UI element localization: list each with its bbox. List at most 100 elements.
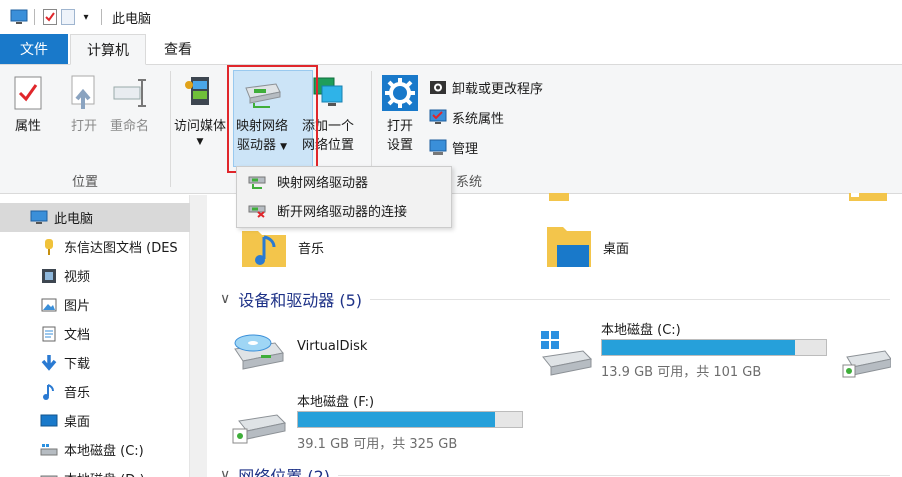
nav-item-drive-c[interactable]: 本地磁盘 (C:) <box>0 435 190 464</box>
nav-item-pictures[interactable]: 图片 <box>0 290 190 319</box>
nav-item-label: 图片 <box>64 299 91 314</box>
open-settings-button[interactable]: 打开 设置 <box>382 73 418 155</box>
gear-icon <box>382 73 418 113</box>
tab-file[interactable]: 文件 <box>0 34 68 64</box>
open-icon <box>66 73 102 113</box>
navigation-pane: 此电脑 东信达图文档 (DES 视频 图片 文档 下载 音乐 桌面 本地磁盘 (… <box>0 195 190 477</box>
menu-item-disconnect-drive[interactable]: 断开网络驱动器的连接 <box>237 196 451 225</box>
devices-section-header[interactable]: ∨ 设备和驱动器 (5) <box>220 287 890 311</box>
group-location: 属性 打开 重命名 位置 <box>0 65 170 194</box>
uninstall-programs-button[interactable]: 卸载或更改程序 <box>428 76 543 98</box>
nav-item-des-docs[interactable]: 东信达图文档 (DES <box>0 232 190 261</box>
content-pane: 音乐 桌面 ∨ 设备和驱动器 (5) VirtualDisk 本地磁盘 (C:)… <box>207 193 902 477</box>
drive-virtualdisk[interactable]: VirtualDisk <box>231 325 401 375</box>
nav-item-drive-d[interactable]: 本地磁盘 (D:) <box>0 464 190 477</box>
nav-item-desktop[interactable]: 桌面 <box>0 406 190 435</box>
folder-desktop[interactable]: 桌面 <box>545 223 629 271</box>
windows-drive-icon <box>40 441 58 459</box>
nav-item-label: 桌面 <box>64 415 91 430</box>
separator <box>101 9 102 25</box>
folder-icon <box>849 193 887 201</box>
drive-icon <box>40 470 58 477</box>
title-bar: ▾ 此电脑 <box>0 0 902 34</box>
system-properties-button[interactable]: 系统属性 <box>428 106 504 128</box>
divider <box>338 474 890 476</box>
desktop-icon <box>40 412 58 430</box>
document-icon <box>40 325 58 343</box>
manage-label: 管理 <box>452 141 479 157</box>
disconnect-drive-icon <box>247 203 267 219</box>
rename-icon <box>112 73 148 113</box>
chevron-down-icon: ∨ <box>220 291 231 307</box>
map-drive-dropdown: 映射网络驱动器 断开网络驱动器的连接 <box>236 166 452 228</box>
properties-check-icon[interactable] <box>41 8 59 26</box>
drive-info: 13.9 GB 可用，共 101 GB <box>601 365 762 380</box>
network-section-header[interactable]: ∨ 网络位置 (2) <box>220 463 890 477</box>
disc-drive-icon <box>234 334 284 370</box>
system-properties-label: 系统属性 <box>452 111 505 127</box>
system-properties-icon <box>428 107 448 127</box>
nav-item-downloads[interactable]: 下载 <box>0 348 190 377</box>
window-title: 此电脑 <box>112 11 152 27</box>
devices-header-label: 设备和驱动器 (5) <box>238 291 363 310</box>
group-location-label: 位置 <box>71 175 98 190</box>
folder-music[interactable]: 音乐 <box>240 223 324 271</box>
nav-item-videos[interactable]: 视频 <box>0 261 190 290</box>
nav-item-documents[interactable]: 文档 <box>0 319 190 348</box>
drive-info: 39.1 GB 可用，共 325 GB <box>297 437 458 452</box>
access-media-label: 访问媒体 <box>174 119 227 134</box>
folder-label: 桌面 <box>603 241 630 257</box>
properties-button[interactable]: 属性 <box>10 73 46 136</box>
tab-computer[interactable]: 计算机 <box>70 34 146 65</box>
nav-item-music[interactable]: 音乐 <box>0 377 190 406</box>
manage-icon <box>428 137 448 157</box>
drive-icon <box>232 414 287 444</box>
desktop-folder-icon <box>547 227 591 267</box>
nav-scrollbar[interactable] <box>190 195 207 477</box>
access-media-dropdown-icon: ▼ <box>196 137 204 147</box>
drive-label: VirtualDisk <box>297 339 368 354</box>
nav-item-label: 本地磁盘 (C:) <box>64 444 144 459</box>
access-media-button[interactable]: 访问媒体 ▼ <box>174 73 226 148</box>
media-icon <box>182 73 218 113</box>
open-button[interactable]: 打开 <box>66 73 102 136</box>
rename-button[interactable]: 重命名 <box>110 73 149 136</box>
tab-view[interactable]: 查看 <box>148 34 208 64</box>
nav-item-label: 音乐 <box>64 386 91 401</box>
video-icon <box>40 267 58 285</box>
network-drive-icon <box>842 350 891 378</box>
usage-fill <box>602 340 796 355</box>
properties-label: 属性 <box>14 119 41 134</box>
menu-item-label: 映射网络驱动器 <box>277 176 369 191</box>
manage-button[interactable]: 管理 <box>428 136 478 158</box>
nav-item-label: 下载 <box>64 357 91 372</box>
customize-dropdown-icon[interactable]: ▾ <box>77 8 95 26</box>
network-header-label: 网络位置 (2) <box>238 467 331 477</box>
download-arrow-icon <box>40 354 58 372</box>
nav-item-this-pc[interactable]: 此电脑 <box>0 203 190 232</box>
drive-f[interactable]: 本地磁盘 (F:) 39.1 GB 可用，共 325 GB <box>231 391 531 453</box>
ribbon-tabs: 文件 计算机 查看 <box>0 34 902 65</box>
folder-icon <box>549 193 569 201</box>
drive-c[interactable]: 本地磁盘 (C:) 13.9 GB 可用，共 101 GB <box>537 317 837 380</box>
usage-fill <box>298 412 496 427</box>
drive-label: 本地磁盘 (F:) <box>297 395 375 410</box>
nav-item-label: 文档 <box>64 328 91 343</box>
music-folder-icon <box>242 231 286 267</box>
open-settings-label-1: 打开 <box>386 119 413 134</box>
properties-icon <box>10 73 46 113</box>
nav-item-label: 视频 <box>64 270 91 285</box>
uninstall-icon <box>428 77 448 97</box>
drive-label: 本地磁盘 (C:) <box>601 323 681 338</box>
computer-icon[interactable] <box>10 8 28 26</box>
location-pin-icon <box>40 238 58 256</box>
open-label: 打开 <box>70 119 97 134</box>
new-folder-icon[interactable] <box>59 8 77 26</box>
drive-f-usage-bar <box>297 411 523 428</box>
rename-label: 重命名 <box>110 119 150 134</box>
separator <box>34 9 35 25</box>
nav-item-label: 此电脑 <box>54 212 94 227</box>
menu-item-map-drive[interactable]: 映射网络驱动器 <box>237 167 451 196</box>
open-settings-label-2: 设置 <box>386 138 413 153</box>
folder-label: 音乐 <box>298 241 325 257</box>
